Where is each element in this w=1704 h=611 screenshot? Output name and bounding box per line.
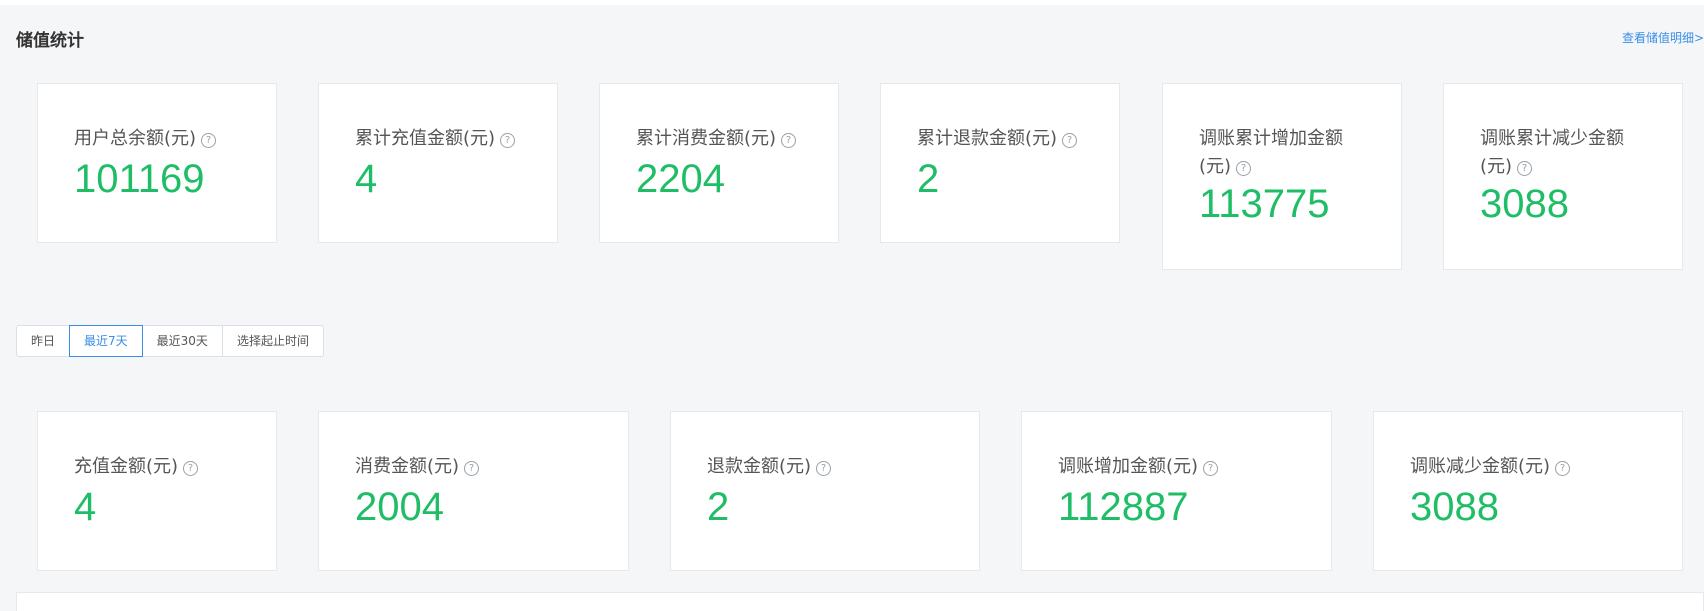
- card-label: 充值金额(元)?: [74, 453, 199, 481]
- card-value: 113775: [1199, 182, 1330, 226]
- section-title: 储值统计: [16, 31, 84, 51]
- card-value: 4: [355, 157, 378, 201]
- question-circle-icon[interactable]: ?: [500, 133, 516, 148]
- question-circle-icon[interactable]: ?: [781, 133, 797, 148]
- card-label: 消费金额(元)?: [355, 453, 480, 481]
- summary-card-adjust-increase: 调账累计增加金额(元)? 113775: [1162, 83, 1402, 270]
- card-value: 2204: [636, 157, 725, 201]
- card-value: 112887: [1058, 485, 1189, 529]
- card-label: 累计消费金额(元)?: [636, 125, 797, 153]
- card-label: 调账累计增加金额(元)?: [1199, 128, 1343, 177]
- card-label: 调账累计减少金额(元)?: [1480, 128, 1624, 177]
- summary-card-total-refund: 累计退款金额(元)? 2: [880, 83, 1120, 243]
- card-value: 101169: [74, 157, 205, 201]
- card-label: 退款金额(元)?: [707, 453, 832, 481]
- filter-last-7-days-button[interactable]: 最近7天: [69, 325, 143, 357]
- summary-card-adjust-decrease: 调账累计减少金额(元)? 3088: [1443, 83, 1683, 270]
- summary-card-total-consumption: 累计消费金额(元)? 2204: [599, 83, 839, 243]
- stored-value-panel: 储值统计 查看储值明细> 用户总余额(元)? 101169 累计充值金额(元)?…: [0, 5, 1704, 611]
- summary-card-total-balance: 用户总余额(元)? 101169: [37, 83, 277, 243]
- bottom-panel: [16, 592, 1704, 611]
- period-card-consumption: 消费金额(元)? 2004: [318, 411, 629, 571]
- card-value: 2: [917, 157, 940, 201]
- card-value: 3088: [1480, 182, 1569, 226]
- question-circle-icon[interactable]: ?: [1517, 161, 1533, 176]
- period-card-adjust-decrease: 调账减少金额(元)? 3088: [1373, 411, 1683, 571]
- filter-last-30-days-button[interactable]: 最近30天: [141, 325, 223, 357]
- card-value: 2: [707, 485, 730, 529]
- card-value: 4: [74, 485, 97, 529]
- question-circle-icon[interactable]: ?: [183, 461, 199, 476]
- question-circle-icon[interactable]: ?: [201, 133, 217, 148]
- period-card-recharge: 充值金额(元)? 4: [37, 411, 277, 571]
- card-label: 调账增加金额(元)?: [1058, 453, 1219, 481]
- period-card-adjust-increase: 调账增加金额(元)? 112887: [1021, 411, 1332, 571]
- card-label: 累计退款金额(元)?: [917, 125, 1078, 153]
- question-circle-icon[interactable]: ?: [1203, 461, 1219, 476]
- card-label: 累计充值金额(元)?: [355, 125, 516, 153]
- question-circle-icon[interactable]: ?: [816, 461, 832, 476]
- card-label: 调账减少金额(元)?: [1410, 453, 1571, 481]
- question-circle-icon[interactable]: ?: [1555, 461, 1571, 476]
- summary-card-total-recharge: 累计充值金额(元)? 4: [318, 83, 558, 243]
- filter-custom-range-button[interactable]: 选择起止时间: [221, 325, 324, 357]
- view-details-link[interactable]: 查看储值明细>: [1622, 29, 1704, 47]
- date-range-filter: 昨日 最近7天 最近30天 选择起止时间: [16, 325, 324, 357]
- question-circle-icon[interactable]: ?: [464, 461, 480, 476]
- card-value: 3088: [1410, 485, 1499, 529]
- question-circle-icon[interactable]: ?: [1236, 161, 1252, 176]
- period-card-refund: 退款金额(元)? 2: [670, 411, 980, 571]
- card-value: 2004: [355, 485, 444, 529]
- filter-yesterday-button[interactable]: 昨日: [16, 325, 71, 357]
- question-circle-icon[interactable]: ?: [1062, 133, 1078, 148]
- card-label: 用户总余额(元)?: [74, 125, 217, 153]
